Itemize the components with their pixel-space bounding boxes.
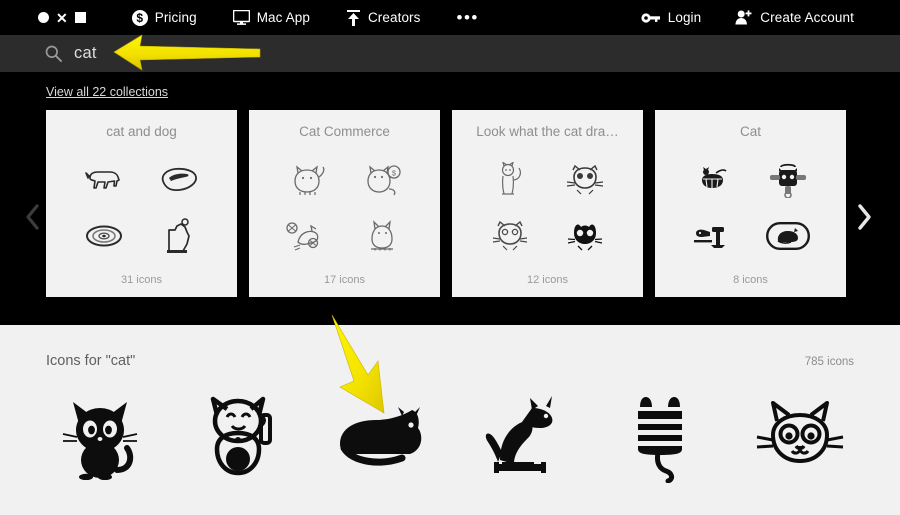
logo-x-icon: ✕: [56, 9, 68, 26]
maneki-neko-lucky-cat-icon[interactable]: [180, 387, 300, 487]
pet-bowl-icon: [84, 222, 124, 250]
cat-in-oval-badge-icon: [766, 222, 811, 250]
ellipsis-icon: •••: [456, 7, 479, 27]
nav-item-creators-label: Creators: [367, 10, 421, 25]
dog-trophy-icon: [161, 218, 197, 254]
person-plus-icon: [735, 10, 753, 25]
cat-with-coin-icon: $: [361, 163, 403, 197]
cat-on-scratching-post-icon[interactable]: [460, 387, 580, 487]
collection-card-preview: [675, 152, 826, 264]
search-icon: [45, 45, 62, 62]
carousel-prev-button[interactable]: [18, 199, 46, 239]
collection-card-count: 8 icons: [733, 274, 768, 286]
results-count: 785 icons: [804, 356, 854, 368]
black-cat-face-icon: [567, 220, 603, 252]
collection-card-preview: [66, 152, 217, 264]
collections-section: View all 22 collections cat and dog 31 i…: [0, 72, 900, 325]
cat-face-outline-icon[interactable]: [740, 387, 860, 487]
nav-item-pricing[interactable]: $ Pricing: [131, 9, 197, 26]
collection-cards: cat and dog 31 icons Cat Commerce $ 17 i…: [46, 110, 846, 297]
collection-card[interactable]: cat and dog 31 icons: [46, 110, 237, 297]
chevron-left-icon: [25, 203, 40, 235]
login-label: Login: [667, 10, 702, 25]
view-all-collections-link[interactable]: View all 22 collections: [46, 85, 168, 99]
results-header: Icons for "cat" 785 icons: [46, 353, 854, 369]
nav-item-more[interactable]: •••: [456, 7, 479, 27]
collection-card[interactable]: Cat 8 icons: [655, 110, 846, 297]
nav-right-group: Login Create Account: [607, 0, 854, 35]
nav-item-pricing-label: Pricing: [154, 10, 197, 25]
collection-card-title: Cat Commerce: [299, 124, 390, 139]
search-results-section: Icons for "cat" 785 icons: [0, 325, 900, 515]
collection-card-preview: [472, 152, 623, 264]
chevron-right-icon: [857, 203, 872, 235]
sitting-cat-outline-icon: [363, 219, 401, 253]
collection-card[interactable]: Cat Commerce $ 17 icons: [249, 110, 440, 297]
nav-item-creators[interactable]: Creators: [346, 9, 421, 26]
svg-text:$: $: [392, 170, 396, 177]
collection-card-title: Cat: [739, 124, 761, 139]
top-navigation-bar: ✕ $ Pricing Mac App Creators ••• Login C…: [0, 0, 900, 35]
cat-in-carrier-icon: [769, 162, 807, 198]
sitting-black-cat-icon[interactable]: [40, 387, 160, 487]
collection-card-count: 17 icons: [324, 274, 365, 286]
collection-card-count: 31 icons: [121, 274, 162, 286]
collection-card-count: 12 icons: [527, 274, 568, 286]
cat-in-basket-icon: [694, 166, 732, 194]
login-button[interactable]: Login: [641, 10, 702, 25]
collection-card-title: Look what the cat dra…: [476, 124, 619, 139]
cat-face-whiskers-icon: [567, 164, 604, 196]
cat-playing-yarn-icon: [286, 220, 328, 252]
create-account-button[interactable]: Create Account: [735, 10, 854, 25]
search-input[interactable]: [74, 44, 374, 63]
collection-card-title: cat and dog: [106, 124, 177, 139]
dog-standing-icon: [84, 164, 124, 196]
upload-arrow-icon: [346, 9, 361, 26]
nav-left-group: ✕ $ Pricing Mac App Creators •••: [0, 7, 515, 27]
collection-card[interactable]: Look what the cat dra… 12 icons: [452, 110, 643, 297]
lying-cat-icon[interactable]: [320, 387, 440, 487]
striped-cat-icon[interactable]: [600, 387, 720, 487]
nav-item-mac-app-label: Mac App: [256, 10, 310, 25]
results-title: Icons for "cat": [46, 353, 136, 369]
cat-face-outline-whiskers-icon: [492, 220, 528, 252]
key-icon: [641, 12, 661, 24]
results-icon-row: [40, 387, 860, 487]
dollar-circle-icon: $: [131, 9, 148, 26]
logo-square-icon: [74, 12, 86, 23]
dog-bone-bowl-icon: [159, 165, 199, 195]
noun-project-logo[interactable]: ✕: [38, 11, 86, 25]
nav-item-mac-app[interactable]: Mac App: [232, 10, 310, 25]
page-root: ✕ $ Pricing Mac App Creators ••• Login C…: [0, 0, 900, 515]
fat-cat-icon: [287, 163, 327, 197]
carousel-next-button[interactable]: [850, 199, 878, 239]
collection-card-preview: $: [269, 152, 420, 264]
create-account-label: Create Account: [760, 10, 854, 25]
thin-cat-standing-icon: [496, 162, 524, 198]
logo-circle-icon: [38, 12, 49, 23]
monitor-icon: [232, 10, 250, 25]
cat-tower-icon: [692, 221, 734, 251]
search-bar[interactable]: [0, 35, 900, 72]
